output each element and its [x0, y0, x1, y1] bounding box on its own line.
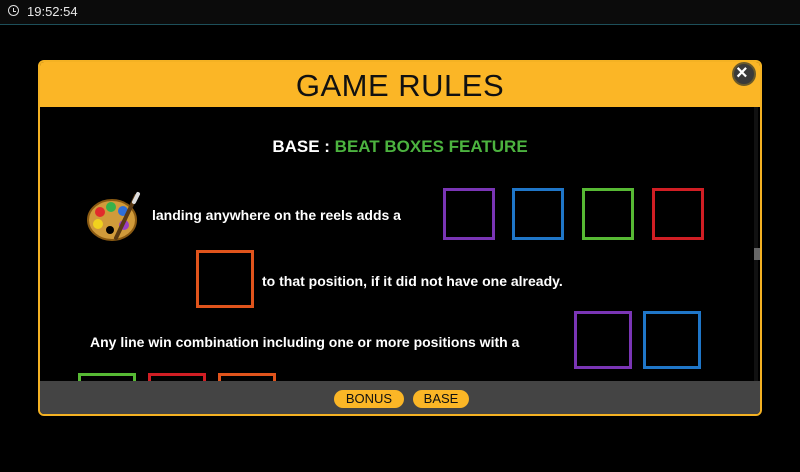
dialog-header: GAME RULES × — [40, 62, 760, 107]
palette-icon — [87, 192, 140, 241]
beat-box-orange-2 — [218, 373, 276, 381]
rules-content[interactable]: BASE : BEAT BOXES FEATURE landing anywhe… — [40, 107, 760, 381]
feature-prefix: BASE : — [272, 137, 335, 156]
game-rules-dialog: GAME RULES × BASE : BEAT BOXES FEATURE l… — [38, 60, 762, 416]
beat-box-orange — [196, 250, 254, 308]
beat-box-green-2 — [78, 373, 136, 381]
close-icon: × — [736, 62, 748, 84]
rule-line-3: Any line win combination including one o… — [90, 334, 520, 350]
tab-bonus[interactable]: BONUS — [334, 390, 404, 408]
tab-base[interactable]: BASE — [413, 390, 469, 408]
dialog-title: GAME RULES — [295, 68, 505, 103]
rule-line-2: to that position, if it did not have one… — [262, 273, 563, 289]
feature-heading: BASE : BEAT BOXES FEATURE — [40, 137, 760, 157]
scrollbar-thumb[interactable] — [754, 248, 760, 260]
footer-nav: BONUS BASE — [40, 381, 760, 414]
beat-box-red — [652, 188, 704, 240]
feature-name: BEAT BOXES FEATURE — [334, 137, 528, 156]
scrollbar[interactable] — [754, 107, 758, 381]
beat-box-red-2 — [148, 373, 206, 381]
status-time: 19:52:54 — [27, 4, 78, 19]
close-button[interactable]: × — [732, 62, 756, 86]
status-bar: 19:52:54 — [0, 0, 800, 25]
beat-box-green — [582, 188, 634, 240]
beat-box-purple-2 — [574, 311, 632, 369]
beat-box-purple — [443, 188, 495, 240]
beat-box-blue — [512, 188, 564, 240]
clock-icon — [8, 5, 19, 16]
rule-line-1: landing anywhere on the reels adds a — [152, 207, 401, 223]
beat-box-blue-2 — [643, 311, 701, 369]
